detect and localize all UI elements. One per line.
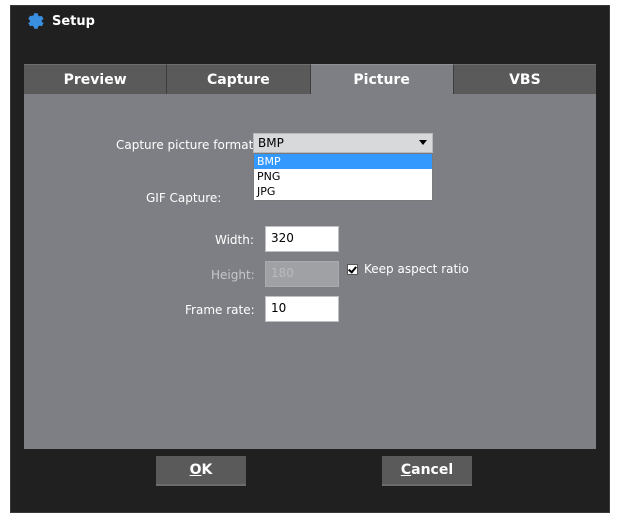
format-option-png[interactable]: PNG [254, 169, 432, 184]
width-input[interactable]: 320 [265, 226, 339, 252]
cancel-mnemonic: C [400, 462, 412, 478]
window-title: Setup [52, 13, 95, 29]
checkbox-checked-icon[interactable] [347, 263, 358, 275]
capture-format-value: BMP [258, 136, 284, 150]
tab-preview[interactable]: Preview [24, 64, 168, 94]
chevron-down-icon[interactable] [419, 140, 427, 145]
gear-icon [28, 13, 44, 29]
capture-format-dropdown-list: BMP PNG JPG [253, 153, 433, 201]
keep-aspect-ratio-checkbox[interactable]: Keep aspect ratio [347, 262, 469, 276]
tab-capture[interactable]: Capture [167, 64, 311, 94]
cancel-label-rest: ancel [411, 462, 454, 478]
ok-mnemonic: O [189, 462, 202, 478]
format-option-jpg[interactable]: JPG [254, 184, 432, 199]
height-input[interactable]: 180 [265, 261, 339, 287]
tab-bar: Preview Capture Picture VBS [24, 64, 596, 94]
window-title-bar: Setup [24, 9, 95, 33]
gif-capture-label: GIF Capture: [146, 191, 222, 205]
height-label: Height: [211, 268, 255, 282]
width-label: Width: [215, 233, 254, 247]
tab-vbs[interactable]: VBS [453, 64, 596, 94]
ok-label-rest: K [201, 462, 213, 478]
frame-rate-label: Frame rate: [185, 303, 255, 317]
capture-format-select[interactable]: BMP [253, 133, 433, 153]
format-option-bmp[interactable]: BMP [254, 154, 432, 169]
frame-rate-input[interactable]: 10 [265, 296, 339, 322]
keep-aspect-ratio-label: Keep aspect ratio [364, 262, 469, 276]
capture-format-label: Capture picture format: [116, 138, 258, 152]
cancel-button[interactable]: Cancel [382, 456, 472, 486]
tab-picture[interactable]: Picture [310, 64, 454, 94]
ok-button[interactable]: OK [156, 456, 246, 486]
